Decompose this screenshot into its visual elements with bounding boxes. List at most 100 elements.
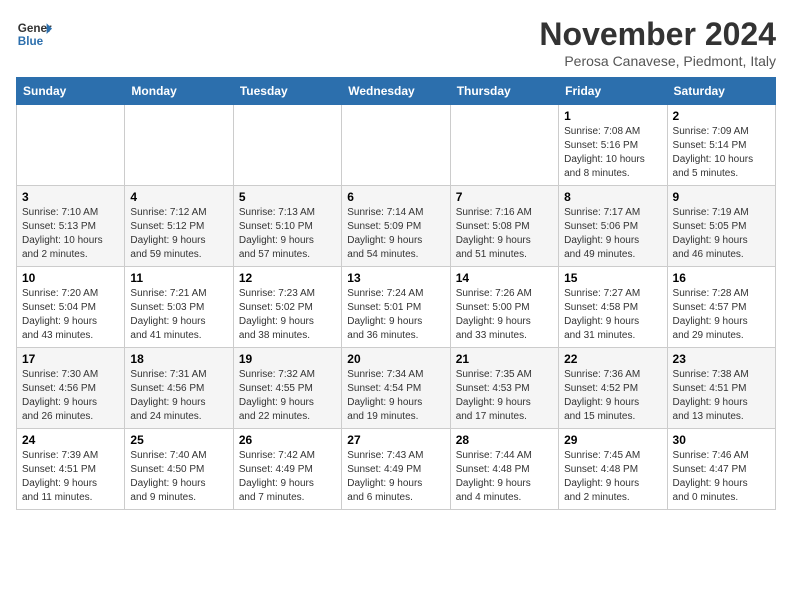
day-info: Sunrise: 7:36 AM Sunset: 4:52 PM Dayligh…: [564, 368, 661, 424]
calendar-cell: 23 Sunrise: 7:38 AM Sunset: 4:51 PM Dayli…: [667, 348, 775, 429]
weekday-header-sunday: Sunday: [17, 78, 125, 105]
day-number: 9: [673, 190, 770, 204]
day-info: Sunrise: 7:31 AM Sunset: 4:56 PM Dayligh…: [130, 368, 227, 424]
day-info: Sunrise: 7:13 AM Sunset: 5:10 PM Dayligh…: [239, 206, 336, 262]
day-number: 15: [564, 271, 661, 285]
week-row-5: 24Sunrise: 7:39 AM Sunset: 4:51 PM Dayli…: [17, 429, 776, 510]
svg-text:Blue: Blue: [18, 35, 44, 48]
week-row-1: 1 Sunrise: 7:08 AM Sunset: 5:16 PM Daylig…: [17, 105, 776, 186]
calendar-cell: 25 Sunrise: 7:40 AM Sunset: 4:50 PM Dayli…: [125, 429, 233, 510]
week-row-4: 17 Sunrise: 7:30 AM Sunset: 4:56 PM Dayli…: [17, 348, 776, 429]
location-subtitle: Perosa Canavese, Piedmont, Italy: [539, 53, 776, 69]
day-number: 7: [456, 190, 553, 204]
weekday-header-saturday: Saturday: [667, 78, 775, 105]
calendar-cell: 10Sunrise: 7:20 AM Sunset: 5:04 PM Dayli…: [17, 267, 125, 348]
calendar-cell: 17 Sunrise: 7:30 AM Sunset: 4:56 PM Dayli…: [17, 348, 125, 429]
calendar-cell: 2 Sunrise: 7:09 AM Sunset: 5:14 PM Daylig…: [667, 105, 775, 186]
month-title: November 2024: [539, 16, 776, 53]
day-info: Sunrise: 7:10 AM Sunset: 5:13 PM Dayligh…: [22, 206, 119, 262]
day-info: Sunrise: 7:35 AM Sunset: 4:53 PM Dayligh…: [456, 368, 553, 424]
calendar-cell: 1 Sunrise: 7:08 AM Sunset: 5:16 PM Daylig…: [559, 105, 667, 186]
day-info: Sunrise: 7:40 AM Sunset: 4:50 PM Dayligh…: [130, 449, 227, 505]
weekday-header-friday: Friday: [559, 78, 667, 105]
day-number: 8: [564, 190, 661, 204]
calendar-cell: 15 Sunrise: 7:27 AM Sunset: 4:58 PM Dayli…: [559, 267, 667, 348]
calendar-cell: 7 Sunrise: 7:16 AM Sunset: 5:08 PM Daylig…: [450, 186, 558, 267]
day-info: Sunrise: 7:12 AM Sunset: 5:12 PM Dayligh…: [130, 206, 227, 262]
day-info: Sunrise: 7:16 AM Sunset: 5:08 PM Dayligh…: [456, 206, 553, 262]
day-info: Sunrise: 7:43 AM Sunset: 4:49 PM Dayligh…: [347, 449, 444, 505]
calendar-cell: 6 Sunrise: 7:14 AM Sunset: 5:09 PM Daylig…: [342, 186, 450, 267]
logo-icon: General Blue: [16, 16, 52, 52]
day-number: 5: [239, 190, 336, 204]
calendar-cell: 30Sunrise: 7:46 AM Sunset: 4:47 PM Dayli…: [667, 429, 775, 510]
calendar-cell: 29 Sunrise: 7:45 AM Sunset: 4:48 PM Dayli…: [559, 429, 667, 510]
day-number: 16: [673, 271, 770, 285]
day-info: Sunrise: 7:09 AM Sunset: 5:14 PM Dayligh…: [673, 125, 770, 181]
day-number: 10: [22, 271, 119, 285]
day-number: 1: [564, 109, 661, 123]
header: General Blue November 2024 Perosa Canave…: [16, 16, 776, 69]
day-info: Sunrise: 7:44 AM Sunset: 4:48 PM Dayligh…: [456, 449, 553, 505]
day-info: Sunrise: 7:30 AM Sunset: 4:56 PM Dayligh…: [22, 368, 119, 424]
weekday-header-row: SundayMondayTuesdayWednesdayThursdayFrid…: [17, 78, 776, 105]
day-info: Sunrise: 7:38 AM Sunset: 4:51 PM Dayligh…: [673, 368, 770, 424]
calendar-cell: 22 Sunrise: 7:36 AM Sunset: 4:52 PM Dayli…: [559, 348, 667, 429]
calendar-cell: 18 Sunrise: 7:31 AM Sunset: 4:56 PM Dayli…: [125, 348, 233, 429]
day-number: 27: [347, 433, 444, 447]
day-info: Sunrise: 7:45 AM Sunset: 4:48 PM Dayligh…: [564, 449, 661, 505]
calendar-cell: 24Sunrise: 7:39 AM Sunset: 4:51 PM Dayli…: [17, 429, 125, 510]
day-number: 23: [673, 352, 770, 366]
calendar-cell: 9Sunrise: 7:19 AM Sunset: 5:05 PM Daylig…: [667, 186, 775, 267]
day-number: 30: [673, 433, 770, 447]
day-number: 21: [456, 352, 553, 366]
day-number: 6: [347, 190, 444, 204]
day-info: Sunrise: 7:14 AM Sunset: 5:09 PM Dayligh…: [347, 206, 444, 262]
calendar-cell: 28Sunrise: 7:44 AM Sunset: 4:48 PM Dayli…: [450, 429, 558, 510]
day-number: 12: [239, 271, 336, 285]
calendar-cell: [342, 105, 450, 186]
day-info: Sunrise: 7:21 AM Sunset: 5:03 PM Dayligh…: [130, 287, 227, 343]
day-number: 22: [564, 352, 661, 366]
day-number: 13: [347, 271, 444, 285]
day-number: 17: [22, 352, 119, 366]
day-number: 19: [239, 352, 336, 366]
calendar-table: SundayMondayTuesdayWednesdayThursdayFrid…: [16, 77, 776, 510]
logo: General Blue: [16, 16, 52, 52]
day-info: Sunrise: 7:32 AM Sunset: 4:55 PM Dayligh…: [239, 368, 336, 424]
day-info: Sunrise: 7:34 AM Sunset: 4:54 PM Dayligh…: [347, 368, 444, 424]
calendar-cell: 16 Sunrise: 7:28 AM Sunset: 4:57 PM Dayli…: [667, 267, 775, 348]
day-info: Sunrise: 7:08 AM Sunset: 5:16 PM Dayligh…: [564, 125, 661, 181]
day-info: Sunrise: 7:28 AM Sunset: 4:57 PM Dayligh…: [673, 287, 770, 343]
calendar-cell: 3 Sunrise: 7:10 AM Sunset: 5:13 PM Daylig…: [17, 186, 125, 267]
day-number: 2: [673, 109, 770, 123]
calendar-cell: 12 Sunrise: 7:23 AM Sunset: 5:02 PM Dayli…: [233, 267, 341, 348]
week-row-2: 3 Sunrise: 7:10 AM Sunset: 5:13 PM Daylig…: [17, 186, 776, 267]
day-number: 29: [564, 433, 661, 447]
day-number: 20: [347, 352, 444, 366]
weekday-header-tuesday: Tuesday: [233, 78, 341, 105]
calendar-cell: 27 Sunrise: 7:43 AM Sunset: 4:49 PM Dayli…: [342, 429, 450, 510]
day-number: 4: [130, 190, 227, 204]
calendar-cell: 19 Sunrise: 7:32 AM Sunset: 4:55 PM Dayli…: [233, 348, 341, 429]
day-info: Sunrise: 7:27 AM Sunset: 4:58 PM Dayligh…: [564, 287, 661, 343]
calendar-cell: 11Sunrise: 7:21 AM Sunset: 5:03 PM Dayli…: [125, 267, 233, 348]
calendar-cell: [450, 105, 558, 186]
day-number: 25: [130, 433, 227, 447]
day-info: Sunrise: 7:39 AM Sunset: 4:51 PM Dayligh…: [22, 449, 119, 505]
title-area: November 2024 Perosa Canavese, Piedmont,…: [539, 16, 776, 69]
calendar-cell: [125, 105, 233, 186]
day-info: Sunrise: 7:42 AM Sunset: 4:49 PM Dayligh…: [239, 449, 336, 505]
day-info: Sunrise: 7:24 AM Sunset: 5:01 PM Dayligh…: [347, 287, 444, 343]
day-number: 18: [130, 352, 227, 366]
weekday-header-wednesday: Wednesday: [342, 78, 450, 105]
day-info: Sunrise: 7:26 AM Sunset: 5:00 PM Dayligh…: [456, 287, 553, 343]
calendar-cell: 26Sunrise: 7:42 AM Sunset: 4:49 PM Dayli…: [233, 429, 341, 510]
day-info: Sunrise: 7:23 AM Sunset: 5:02 PM Dayligh…: [239, 287, 336, 343]
calendar-cell: [233, 105, 341, 186]
day-number: 14: [456, 271, 553, 285]
week-row-3: 10Sunrise: 7:20 AM Sunset: 5:04 PM Dayli…: [17, 267, 776, 348]
calendar-cell: 14 Sunrise: 7:26 AM Sunset: 5:00 PM Dayli…: [450, 267, 558, 348]
day-number: 3: [22, 190, 119, 204]
calendar-cell: 13 Sunrise: 7:24 AM Sunset: 5:01 PM Dayli…: [342, 267, 450, 348]
